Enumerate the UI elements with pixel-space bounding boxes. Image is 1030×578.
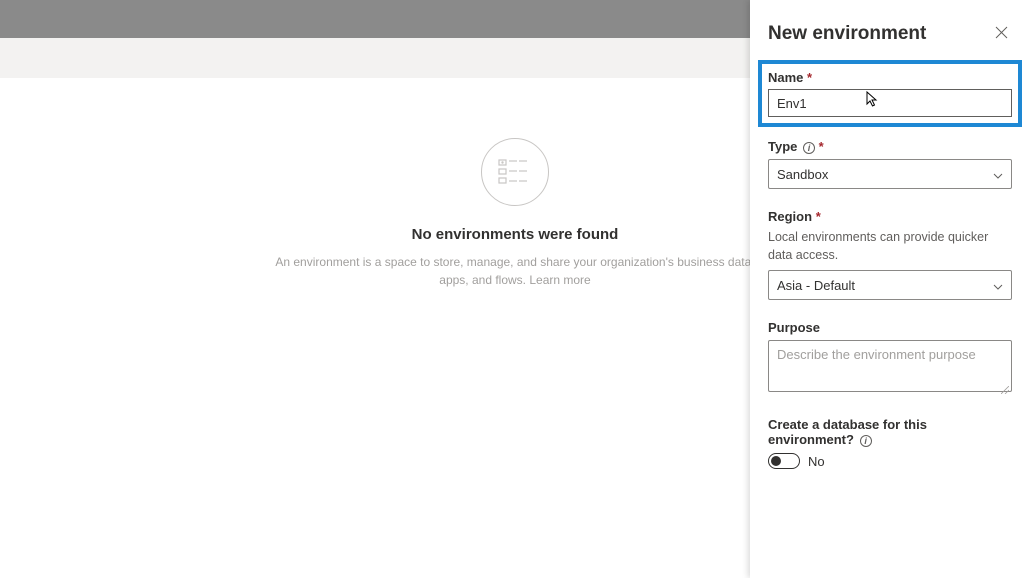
label-text: Create a database for this environment? [768,417,927,447]
name-input[interactable] [768,89,1012,117]
empty-desc-line: An environment is a space to store, mana… [275,255,754,269]
database-field: Create a database for this environment? … [768,417,1012,469]
purpose-field: Purpose [768,320,1012,397]
purpose-textarea[interactable] [768,340,1012,392]
close-icon[interactable] [991,22,1012,46]
info-icon[interactable]: i [803,142,815,154]
learn-more-link[interactable]: Learn more [529,273,590,287]
empty-desc-line: apps, and flows. [439,273,526,287]
new-environment-panel: New environment Name * Type i * Sandbox … [750,0,1030,578]
required-indicator: * [807,70,812,85]
type-value: Sandbox [777,167,828,182]
database-label: Create a database for this environment? … [768,417,1012,447]
purpose-label: Purpose [768,320,1012,335]
type-select[interactable]: Sandbox [768,159,1012,189]
type-field: Type i * Sandbox [768,139,1012,189]
label-text: Region [768,209,812,224]
empty-state-description: An environment is a space to store, mana… [275,253,754,289]
region-value: Asia - Default [777,278,855,293]
label-text: Type [768,139,797,154]
region-hint: Local environments can provide quicker d… [768,229,1012,264]
toggle-knob [771,456,781,466]
info-icon[interactable]: i [860,435,872,447]
resize-handle-icon[interactable] [1001,386,1009,394]
region-field: Region * Local environments can provide … [768,209,1012,300]
label-text: Name [768,70,803,85]
type-label: Type i * [768,139,1012,154]
region-select[interactable]: Asia - Default [768,270,1012,300]
required-indicator: * [819,139,824,154]
empty-state-title: No environments were found [412,226,619,243]
name-field-highlight: Name * [758,60,1022,127]
database-toggle-value: No [808,454,825,469]
name-label: Name * [768,70,1012,85]
region-label: Region * [768,209,1012,224]
list-form-icon [481,138,549,206]
required-indicator: * [816,209,821,224]
chevron-down-icon [993,278,1003,293]
database-toggle[interactable] [768,453,800,469]
database-toggle-row: No [768,453,1012,469]
panel-title: New environment [768,23,926,45]
chevron-down-icon [993,167,1003,182]
panel-header: New environment [768,22,1012,46]
